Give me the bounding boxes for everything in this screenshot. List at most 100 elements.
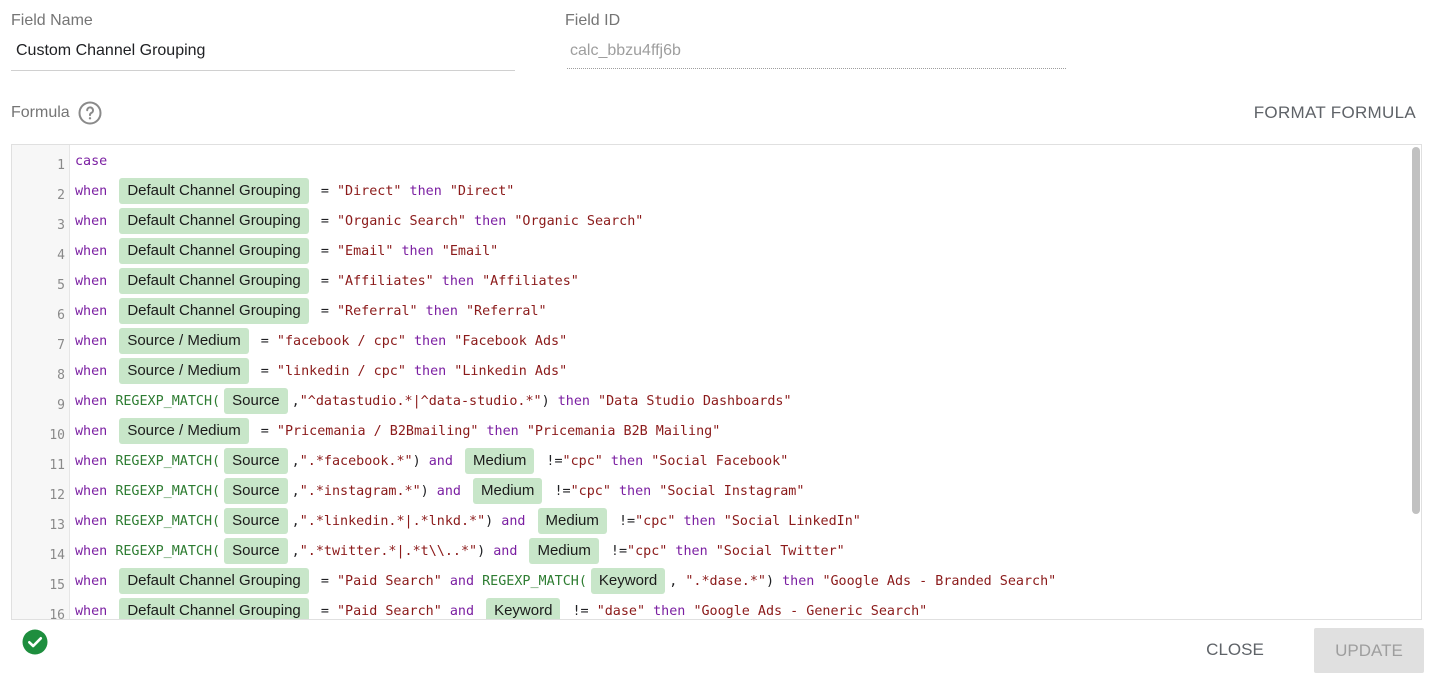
code-line-content[interactable]: when REGEXP_MATCH(Source, ".*linkedin.*|.… (75, 506, 861, 536)
field-chip[interactable]: Default Channel Grouping (119, 598, 309, 619)
operator-token: , (291, 513, 300, 529)
string-token: ".*facebook.*" (299, 453, 413, 469)
string-token: "Social Twitter" (715, 543, 845, 559)
operator-token: ) (541, 393, 558, 409)
code-line[interactable]: 7 when Source / Medium = "facebook / cpc"… (12, 326, 1421, 356)
string-token: "cpc" (635, 513, 676, 529)
operator-token (401, 184, 409, 199)
editor-scrollbar[interactable] (1412, 147, 1420, 514)
code-line-content[interactable]: when Default Channel Grouping = "Direct"… (75, 176, 514, 206)
code-line-content[interactable]: when Source / Medium = "facebook / cpc" … (75, 326, 567, 356)
code-line-content[interactable]: when Default Channel Grouping = "Organic… (75, 206, 643, 236)
code-line-content[interactable]: case (75, 146, 107, 176)
code-line[interactable]: 12 when REGEXP_MATCH(Source, ".*instagram.… (12, 476, 1421, 506)
operator-token (393, 244, 401, 259)
field-name-underline (11, 70, 515, 71)
field-id-underline (567, 68, 1066, 69)
field-chip[interactable]: Default Channel Grouping (119, 208, 309, 234)
line-number: 3 (57, 218, 65, 233)
code-line[interactable]: 13 when REGEXP_MATCH(Source, ".*linkedin.*… (12, 506, 1421, 536)
field-chip[interactable]: Source (224, 448, 288, 474)
field-chip[interactable]: Source (224, 538, 288, 564)
code-line[interactable]: 8 when Source / Medium = "linkedin / cpc"… (12, 356, 1421, 386)
format-formula-button[interactable]: FORMAT FORMULA (1254, 103, 1416, 123)
check-circle-icon (22, 629, 48, 655)
keyword-token: when (75, 303, 116, 319)
operator-token (474, 574, 482, 589)
field-chip[interactable]: Medium (537, 508, 607, 534)
function-token: REGEXP_MATCH( (115, 453, 221, 469)
operator-token: = (312, 603, 337, 619)
code-line[interactable]: 1 case (12, 146, 1421, 176)
field-chip[interactable]: Source (224, 388, 288, 414)
field-id-label: Field ID (565, 12, 621, 29)
code-line-content[interactable]: when REGEXP_MATCH(Source, ".*facebook.*")… (75, 446, 788, 476)
field-chip[interactable]: Default Channel Grouping (119, 238, 309, 264)
keyword-token: then (683, 513, 716, 529)
string-token: "cpc" (562, 453, 603, 469)
code-line-content[interactable]: when Source / Medium = "linkedin / cpc" … (75, 356, 567, 386)
field-chip[interactable]: Source / Medium (119, 418, 249, 444)
code-line-content[interactable]: when Default Channel Grouping = "Paid Se… (75, 566, 1056, 596)
keyword-token: when (75, 453, 116, 469)
operator-token (446, 364, 454, 379)
update-button[interactable]: UPDATE (1314, 628, 1424, 673)
code-line[interactable]: 9 when REGEXP_MATCH(Source, "^datastudio.*… (12, 386, 1421, 416)
string-token: "Email" (441, 243, 499, 259)
code-line-content[interactable]: when Default Channel Grouping = "Paid Se… (75, 596, 927, 619)
field-chip[interactable]: Keyword (590, 568, 666, 594)
help-question-icon[interactable] (78, 101, 102, 125)
field-chip[interactable]: Medium (464, 448, 535, 474)
operator-token: != (602, 543, 628, 559)
string-token: "Social Instagram" (659, 483, 805, 499)
code-line[interactable]: 5 when Default Channel Grouping = "Affili… (12, 266, 1421, 296)
field-name-input[interactable]: Custom Channel Grouping (16, 42, 205, 60)
field-chip[interactable]: Default Channel Grouping (119, 268, 309, 294)
field-chip[interactable]: Source / Medium (119, 358, 249, 384)
field-chip[interactable]: Default Channel Grouping (119, 178, 309, 204)
code-line-content[interactable]: when Default Channel Grouping = "Email" … (75, 236, 498, 266)
field-chip[interactable]: Source / Medium (119, 328, 249, 354)
keyword-token: and (449, 603, 475, 619)
code-line[interactable]: 3 when Default Channel Grouping = "Organi… (12, 206, 1421, 236)
code-line[interactable]: 10 when Source / Medium = "Pricemania / B… (12, 416, 1421, 446)
code-line-content[interactable]: when REGEXP_MATCH(Source, "^datastudio.*|… (75, 386, 792, 416)
code-line[interactable]: 2 when Default Channel Grouping = "Direct… (12, 176, 1421, 206)
field-chip[interactable]: Keyword (486, 598, 561, 619)
code-line[interactable]: 4 when Default Channel Grouping = "Email"… (12, 236, 1421, 266)
keyword-token: when (75, 513, 116, 529)
code-line-content[interactable]: when Default Channel Grouping = "Affilia… (75, 266, 579, 296)
code-line[interactable]: 6 when Default Channel Grouping = "Referr… (12, 296, 1421, 326)
code-line-content[interactable]: when Default Channel Grouping = "Referra… (75, 296, 547, 326)
operator-token (519, 424, 527, 439)
operator-token (603, 454, 611, 469)
keyword-token: when (75, 483, 116, 499)
field-chip[interactable]: Source (224, 478, 288, 504)
field-chip[interactable]: Source (224, 508, 288, 534)
formula-editor[interactable]: 1 case 2 when Default Channel Grouping = "D… (11, 144, 1422, 620)
operator-token: = (312, 573, 337, 589)
operator-token (478, 424, 486, 439)
field-chip[interactable]: Medium (529, 538, 599, 564)
code-line[interactable]: 16 when Default Channel Grouping = "Paid … (12, 596, 1421, 619)
string-token: "^datastudio.*|^data-studio.*" (299, 393, 542, 409)
keyword-token: then (401, 243, 434, 259)
close-button[interactable]: CLOSE (1190, 628, 1280, 672)
line-number: 2 (57, 188, 65, 203)
operator-token: ) (766, 573, 783, 589)
string-token: "Paid Search" (336, 573, 442, 589)
keyword-token: then (675, 543, 708, 559)
code-line[interactable]: 15 when Default Channel Grouping = "Paid … (12, 566, 1421, 596)
code-line-content[interactable]: when REGEXP_MATCH(Source, ".*instagram.*"… (75, 476, 804, 506)
operator-token: , (291, 453, 300, 469)
field-chip[interactable]: Medium (473, 478, 543, 504)
code-line-content[interactable]: when Source / Medium = "Pricemania / B2B… (75, 416, 720, 446)
keyword-token: when (75, 573, 116, 589)
operator-token: != (564, 603, 597, 619)
code-line-content[interactable]: when REGEXP_MATCH(Source, ".*twitter.*|.*… (75, 536, 845, 566)
field-chip[interactable]: Default Channel Grouping (119, 568, 309, 594)
operator-token: != (538, 453, 563, 469)
code-line[interactable]: 11 when REGEXP_MATCH(Source, ".*facebook.*… (12, 446, 1421, 476)
field-chip[interactable]: Default Channel Grouping (119, 298, 309, 324)
code-line[interactable]: 14 when REGEXP_MATCH(Source, ".*twitter.*|… (12, 536, 1421, 566)
